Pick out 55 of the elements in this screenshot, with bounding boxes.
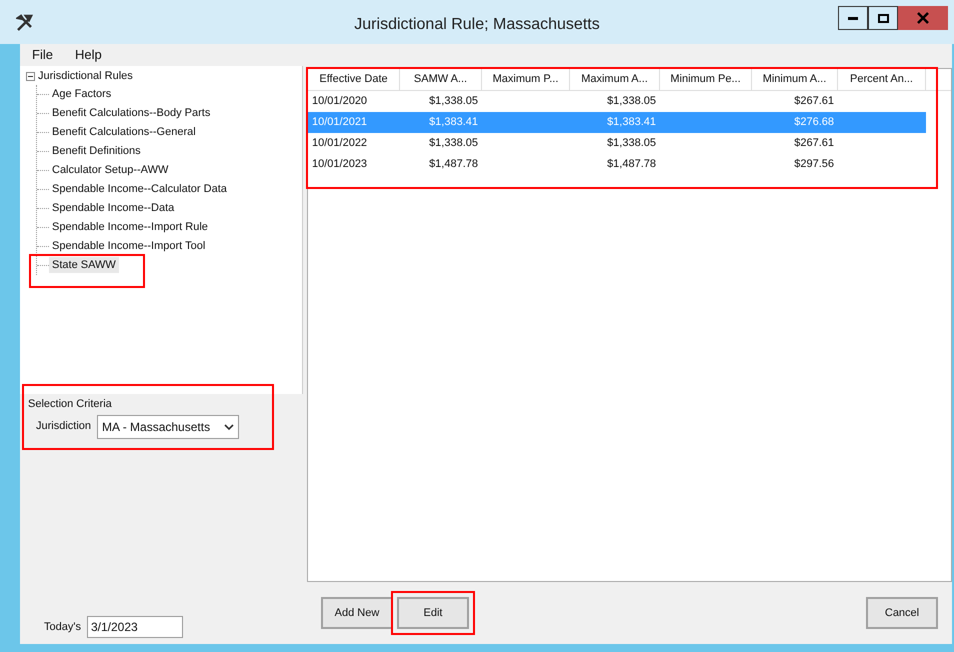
- field-label: Jurisdiction: [36, 419, 92, 434]
- table-cell-text: $1,487.78: [429, 157, 478, 172]
- table-cell-text: 10/01/2020: [312, 94, 368, 110]
- table-cell-text: $297.56: [794, 157, 834, 172]
- table-cell-text: $276.68: [794, 115, 834, 130]
- table-cell-text: 10/01/2021: [312, 115, 368, 130]
- field-label: Today's: [44, 620, 81, 635]
- tree-item[interactable]: Benefit Calculations--General: [49, 124, 199, 140]
- tree-item[interactable]: Spendable Income--Data: [49, 200, 178, 216]
- table-cell-text: $1,338.05: [429, 136, 478, 152]
- minimize-button[interactable]: [838, 6, 868, 30]
- menu-item[interactable]: File: [32, 45, 53, 65]
- table-cell-text: $267.61: [794, 136, 834, 152]
- table-cell-text: $1,383.41: [607, 115, 656, 130]
- column-header[interactable]: Percent An...: [838, 69, 926, 90]
- table-row[interactable]: 10/01/2023 $1,487.78 $1,487.78 $297.56: [308, 154, 926, 175]
- table-row[interactable]: 10/01/2022 $1,338.05 $1,338.05 $267.61: [308, 133, 926, 154]
- column-header[interactable]: Maximum A...: [570, 69, 660, 90]
- close-icon: [917, 12, 929, 24]
- tree-item[interactable]: Spendable Income--Import Rule: [49, 218, 211, 236]
- action-button[interactable]: Cancel: [866, 597, 938, 629]
- table-cell-text: $1,487.78: [607, 157, 656, 172]
- tree-item[interactable]: Age Factors: [49, 86, 114, 102]
- table-cell-text: $267.61: [794, 94, 834, 110]
- table-row[interactable]: 10/01/2020 $1,338.05 $1,338.05 $267.61: [308, 91, 926, 112]
- table-cell-text: $1,338.05: [607, 136, 656, 152]
- column-header[interactable]: Minimum A...: [752, 69, 838, 90]
- menu-item[interactable]: Help: [74, 45, 102, 65]
- table-cell-text: $1,338.05: [429, 94, 478, 110]
- tree-item[interactable]: Calculator Setup--AWW: [49, 162, 172, 178]
- jurisdiction-dropdown[interactable]: MA - Massachusetts: [97, 414, 240, 438]
- chevron-down-icon: [224, 422, 234, 430]
- action-button[interactable]: Add New: [321, 597, 393, 629]
- date-field[interactable]: 3/1/2023: [86, 616, 183, 638]
- column-header[interactable]: Minimum Pe...: [660, 69, 752, 90]
- collapse-icon[interactable]: [26, 72, 35, 81]
- tree-item[interactable]: Jurisdictional Rules: [38, 68, 133, 84]
- tree-item[interactable]: State SAWW: [49, 256, 119, 274]
- action-button[interactable]: Edit: [397, 597, 469, 629]
- window-title: Jurisdictional Rule; Massachusetts: [354, 15, 600, 35]
- maximize-button[interactable]: [868, 6, 898, 30]
- table-cell-text: $1,338.05: [607, 94, 656, 110]
- tree-item[interactable]: Benefit Definitions: [49, 142, 144, 160]
- tree-item[interactable]: Spendable Income--Import Tool: [49, 238, 208, 254]
- column-header[interactable]: Maximum P...: [482, 69, 570, 90]
- table-cell-text: $1,383.41: [429, 115, 478, 130]
- table-cell-text: 10/01/2023: [312, 157, 368, 172]
- close-button[interactable]: [898, 6, 948, 30]
- column-header[interactable]: SAMW A...: [400, 69, 482, 90]
- group-title: Selection Criteria: [28, 397, 113, 412]
- tree-item[interactable]: Spendable Income--Calculator Data: [49, 180, 230, 198]
- tree-item[interactable]: Benefit Calculations--Body Parts: [49, 104, 214, 122]
- column-header[interactable]: Effective Date: [308, 69, 400, 90]
- tools-icon: [16, 14, 36, 32]
- table-cell-text: 10/01/2022: [312, 136, 368, 152]
